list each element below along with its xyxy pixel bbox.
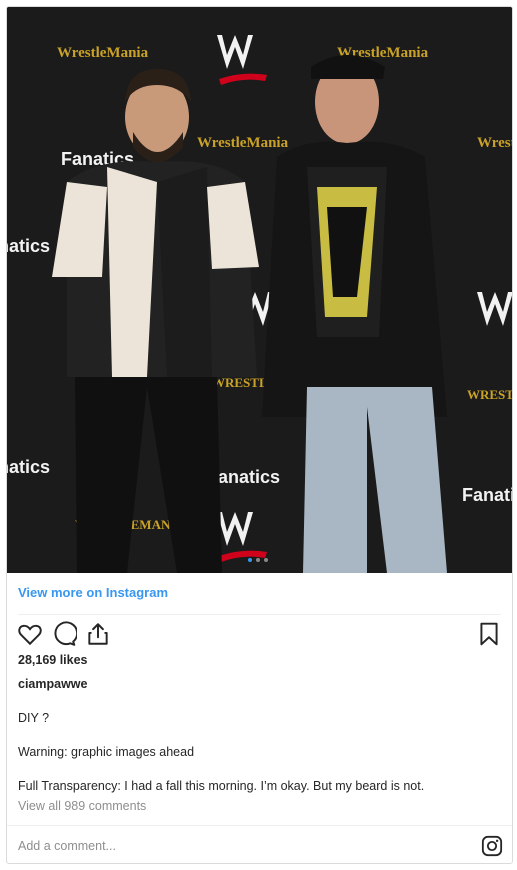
backdrop-logo-text: WrestleMania: [477, 135, 512, 151]
save-button[interactable]: [476, 621, 502, 647]
heart-icon: [18, 624, 42, 646]
post-owner[interactable]: ciampawwe: [18, 677, 87, 691]
view-more-link[interactable]: View more on Instagram: [18, 585, 168, 600]
backdrop-sponsor-text: Fanatics: [462, 485, 512, 505]
divider: [7, 825, 512, 826]
instagram-icon[interactable]: [481, 835, 503, 857]
caption-line: Warning: graphic images ahead: [18, 745, 195, 759]
divider: [18, 614, 501, 615]
bookmark-icon: [480, 622, 498, 646]
view-comments-link[interactable]: View all 989 comments: [18, 799, 146, 813]
backdrop-sponsor-text: Fanatics: [7, 457, 50, 477]
backdrop-logo-text: WrestleMania: [57, 45, 149, 61]
instagram-embed-card: WrestleMania WrestleMania WrestleMania W…: [6, 6, 513, 864]
share-icon: [88, 623, 108, 645]
comment-icon: [54, 621, 79, 646]
share-button[interactable]: [85, 621, 111, 647]
post-photo[interactable]: WrestleMania WrestleMania WrestleMania W…: [7, 7, 512, 573]
action-bar: [17, 621, 502, 647]
backdrop-logo-text: WrestleMania: [197, 135, 289, 151]
backdrop-sponsor-text: Fanatics: [7, 236, 50, 256]
like-button[interactable]: [17, 621, 43, 647]
caption-line: DIY ?: [18, 711, 50, 725]
caption-line: Full Transparency: I had a fall this mor…: [18, 779, 425, 793]
likes-count[interactable]: 28,169 likes: [18, 653, 88, 667]
photo-illustration: WrestleMania WrestleMania WrestleMania W…: [7, 7, 512, 573]
add-comment-input[interactable]: Add a comment...: [18, 839, 116, 853]
backdrop-logo-text: WRESTLEMANIA: [467, 387, 512, 402]
comment-button[interactable]: [51, 621, 79, 647]
